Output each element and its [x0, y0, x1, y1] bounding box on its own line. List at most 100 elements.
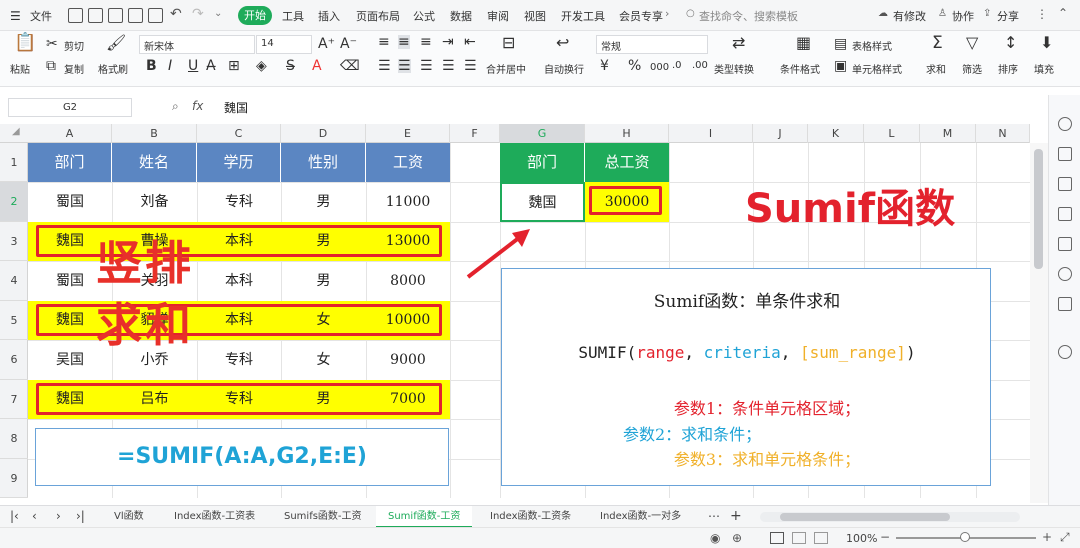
- header-salary[interactable]: 工资: [366, 143, 450, 182]
- print-preview-icon[interactable]: [148, 8, 163, 23]
- cell-e4[interactable]: 8000: [366, 261, 450, 301]
- sheet-tab-index-payslip[interactable]: Index函数-工资条: [490, 506, 571, 528]
- header-education[interactable]: 学历: [197, 143, 281, 182]
- horizontal-scroll-thumb[interactable]: [780, 513, 950, 521]
- fill-icon[interactable]: ⬇: [1040, 35, 1053, 51]
- cut-button[interactable]: 剪切: [64, 38, 84, 53]
- row-header-9[interactable]: 9: [0, 459, 28, 498]
- row-header-8[interactable]: 8: [0, 419, 28, 459]
- tab-review[interactable]: 审阅: [487, 8, 509, 24]
- align-right-icon[interactable]: ☰: [420, 59, 433, 73]
- prev-sheet-icon[interactable]: ‹: [32, 506, 37, 528]
- cell-e2[interactable]: 11000: [366, 182, 450, 222]
- font-shrink-icon[interactable]: A⁻: [340, 37, 357, 51]
- align-middle-icon[interactable]: ≡: [398, 35, 410, 49]
- row-header-3[interactable]: 3: [0, 222, 28, 261]
- quick-access-more-icon[interactable]: ⌄: [214, 8, 222, 19]
- eye-protect-icon[interactable]: ◉: [710, 531, 720, 545]
- outdent-icon[interactable]: ⇤: [464, 35, 476, 49]
- redo-icon[interactable]: ↷: [192, 6, 204, 22]
- undo-icon[interactable]: ↶: [170, 6, 182, 22]
- font-color-icon[interactable]: A: [312, 59, 322, 73]
- strike-icon[interactable]: S̶: [286, 59, 295, 73]
- rocket-icon[interactable]: [1058, 117, 1072, 131]
- cell-a2[interactable]: 蜀国: [28, 182, 112, 222]
- sheet-tab-vl[interactable]: Vl函数: [114, 506, 144, 528]
- paste-button[interactable]: 粘贴: [10, 61, 30, 76]
- tab-start[interactable]: 开始: [238, 6, 272, 25]
- col-header-j[interactable]: J: [753, 124, 808, 143]
- increase-decimal-icon[interactable]: .0: [672, 59, 682, 73]
- cell-d4[interactable]: 男: [281, 261, 366, 301]
- font-name-select[interactable]: 新宋体: [139, 35, 255, 54]
- col-header-k[interactable]: K: [808, 124, 864, 143]
- sort-button[interactable]: 排序: [998, 61, 1018, 76]
- merge-center-button[interactable]: 合并居中: [486, 61, 526, 76]
- tab-data[interactable]: 数据: [450, 8, 472, 24]
- font-size-select[interactable]: 14: [256, 35, 312, 54]
- zoom-slider-thumb[interactable]: [960, 532, 970, 542]
- tab-developer[interactable]: 开发工具: [561, 8, 605, 24]
- copy-button[interactable]: 复制: [64, 61, 84, 76]
- copy-icon[interactable]: ⧉: [46, 59, 56, 73]
- filter-icon[interactable]: ▽: [966, 35, 978, 51]
- percent-icon[interactable]: %: [628, 59, 641, 73]
- share-button[interactable]: 分享: [997, 8, 1019, 24]
- header-dept[interactable]: 部门: [28, 143, 112, 182]
- paste-icon[interactable]: 📋: [14, 34, 36, 52]
- command-search-input[interactable]: 查找命令、搜索模板: [699, 8, 798, 24]
- cell-e6[interactable]: 9000: [366, 340, 450, 380]
- book-icon[interactable]: [1058, 297, 1072, 311]
- sheet-tab-index-salary[interactable]: Index函数-工资表: [174, 506, 255, 528]
- decrease-decimal-icon[interactable]: .00: [692, 59, 708, 73]
- vertical-scroll-thumb[interactable]: [1034, 149, 1043, 269]
- select-all-corner[interactable]: ◢: [12, 126, 20, 137]
- row-header-5[interactable]: 5: [0, 301, 28, 340]
- page-break-icon[interactable]: [814, 532, 828, 544]
- align-bottom-icon[interactable]: ≡: [420, 35, 432, 49]
- tab-view[interactable]: 视图: [524, 8, 546, 24]
- justify-icon[interactable]: ☰: [442, 59, 455, 73]
- col-header-i[interactable]: I: [669, 124, 753, 143]
- settings-sliders-icon[interactable]: [1058, 177, 1072, 191]
- filter-button[interactable]: 筛选: [962, 61, 982, 76]
- cell-g2[interactable]: 魏国: [500, 182, 585, 222]
- zoom-level[interactable]: 100%: [846, 532, 877, 545]
- more-tabs-icon[interactable]: ›: [665, 7, 669, 20]
- cell-b2[interactable]: 刘备: [112, 182, 197, 222]
- lang-icon[interactable]: ⊕: [732, 531, 742, 545]
- save-icon[interactable]: [68, 8, 83, 23]
- more-icon[interactable]: ⋮: [1036, 7, 1048, 21]
- col-header-b[interactable]: B: [112, 124, 197, 143]
- bold-icon[interactable]: B: [146, 59, 157, 73]
- thousands-icon[interactable]: 000: [650, 61, 669, 75]
- type-convert-button[interactable]: 类型转换: [714, 61, 754, 76]
- last-sheet-icon[interactable]: ›|: [76, 506, 85, 528]
- page-layout-icon[interactable]: [792, 532, 806, 544]
- merge-center-icon[interactable]: ⊟: [502, 35, 515, 51]
- col-header-d[interactable]: D: [281, 124, 366, 143]
- header-gender[interactable]: 性别: [281, 143, 366, 182]
- indent-icon[interactable]: ⇥: [442, 35, 454, 49]
- fill-button[interactable]: 填充: [1034, 61, 1054, 76]
- zoom-in-icon[interactable]: +: [1042, 530, 1052, 544]
- print-icon[interactable]: [128, 8, 143, 23]
- row-header-4[interactable]: 4: [0, 261, 28, 301]
- result-header-total[interactable]: 总工资: [585, 143, 669, 182]
- type-convert-icon[interactable]: ⇄: [732, 35, 745, 51]
- col-header-n[interactable]: N: [976, 124, 1030, 143]
- row-header-1[interactable]: 1: [0, 143, 28, 182]
- collapse-ribbon-icon[interactable]: ⌃: [1058, 6, 1068, 20]
- col-header-f[interactable]: F: [450, 124, 500, 143]
- distribute-icon[interactable]: ☰: [464, 59, 477, 73]
- cell-style-icon[interactable]: ▣: [834, 59, 847, 73]
- menu-icon[interactable]: ☰: [10, 9, 21, 23]
- header-name[interactable]: 姓名: [112, 143, 197, 182]
- clear-format-icon[interactable]: ⌫: [340, 59, 360, 73]
- font-grow-icon[interactable]: A⁺: [318, 37, 335, 51]
- cell-c4[interactable]: 本科: [197, 261, 281, 301]
- col-header-a[interactable]: A: [28, 124, 112, 143]
- format-painter-icon[interactable]: 🖌: [106, 35, 126, 51]
- strikethrough-icon[interactable]: A̶: [206, 59, 216, 73]
- row-header-6[interactable]: 6: [0, 340, 28, 380]
